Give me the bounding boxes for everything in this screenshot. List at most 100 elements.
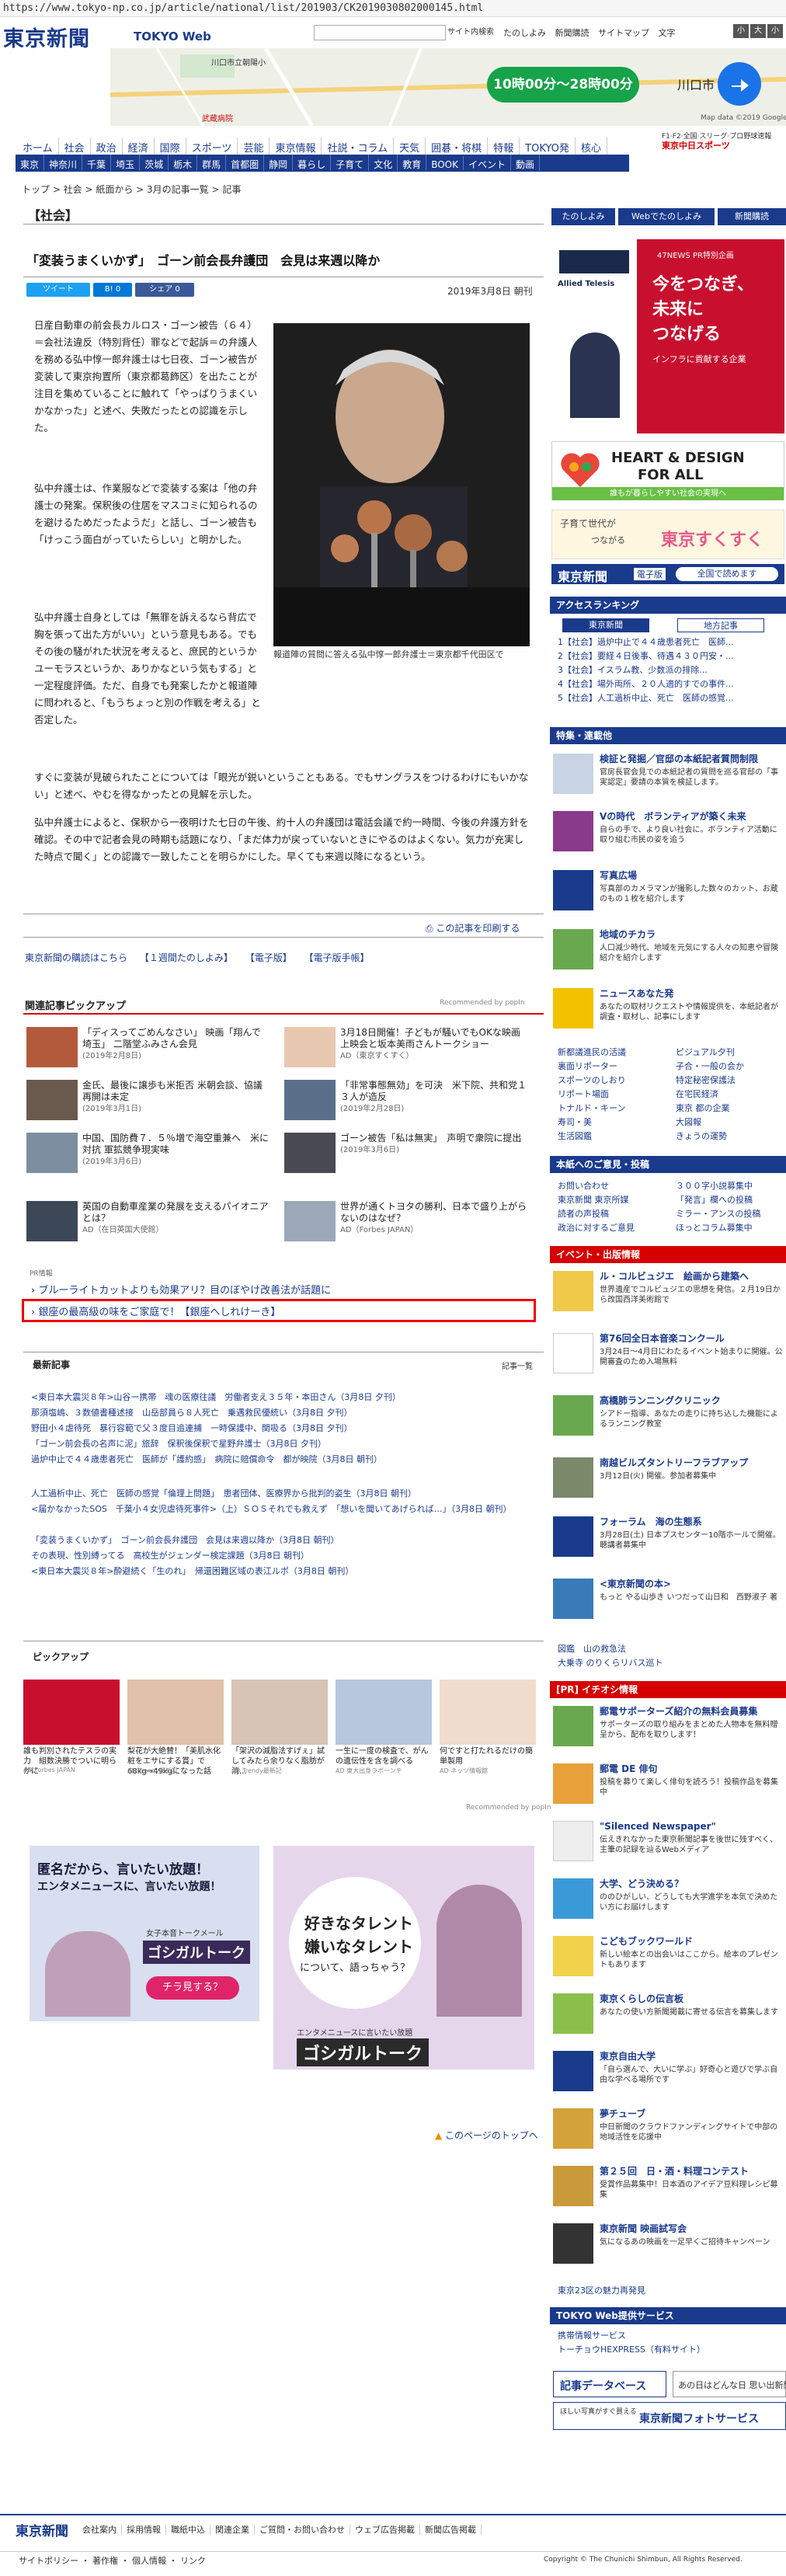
latest-item[interactable]: その表現、性別縛ってる 高校生がジェンダー検定課題（3月8日 朝刊） (31, 1551, 309, 1561)
service-link[interactable]: ３００字小説募集中 (676, 1181, 753, 1192)
ranking-tab-local[interactable]: 地方記事 (677, 618, 764, 632)
page-top-link[interactable]: ▲ このページのトップへ (435, 2129, 538, 2142)
sidebar-link[interactable]: ピジュアル夕刊 (676, 1047, 735, 1058)
feature-item[interactable]: Vの時代 ボランティアが築く未来 自らの手で、より良い社会に。ボランティア活動に… (553, 811, 786, 858)
pickup-item[interactable]: 「ディスってごめんなさい」 映画「翔んで埼玉」 二階堂ふみさん会見 (2019年2… (26, 1027, 269, 1070)
pickup-item[interactable]: ゴーン被告「私は無実」 声明で衆院に提出 (2019年3月6日) (284, 1133, 527, 1176)
sports-promo[interactable]: F1·F2·全国·スリーグ·プロ野球速報 東京中日スポーツ (662, 132, 771, 151)
footer-link[interactable]: 関連企業 (215, 2525, 255, 2535)
photo-service-banner[interactable]: ほしい写真がすぐ買える 東京新聞フォトサービス (553, 2402, 786, 2430)
nav2-item[interactable]: 首都圏 (226, 155, 265, 171)
sidebar-link[interactable]: 生活図鑑 (558, 1131, 592, 1142)
sidebar-link[interactable]: 裏面リポーター (558, 1061, 617, 1072)
pickup-item[interactable]: 3月18日開催！子どもが騒いでもOKな映画上映会と坂本美雨さんトークショー AD（… (284, 1027, 527, 1070)
nav2-item[interactable]: 埼玉 (111, 155, 141, 171)
footer-link[interactable]: リンク (180, 2556, 206, 2566)
font-size-small-button[interactable]: 小 (733, 24, 749, 38)
nav2-item[interactable]: 東京 (16, 155, 45, 171)
nav-item-weather[interactable]: 天気 (394, 138, 426, 155)
font-size-reset-button[interactable]: 小 (767, 24, 783, 38)
digital-edition-link[interactable]: 【電子版】 (245, 952, 292, 963)
nav-item-politics[interactable]: 政治 (91, 138, 123, 155)
sponsored-link-highlighted[interactable]: › 銀座の最高級の味をご家庭で！【銀座へしれけーき】 (31, 1304, 280, 1318)
nav-item-tokyo-info[interactable]: 東京情報 (270, 138, 322, 155)
event-item[interactable]: 第76回全日本音楽コンクール 3月24日〜4月日にわたるイベント始まりに開催。公… (553, 1333, 786, 1384)
nav2-item[interactable]: 静岡 (264, 155, 294, 171)
ad-cta-button[interactable]: チラ見する？ (146, 1976, 239, 2000)
latest-item[interactable]: 過炉中止で４４歳患者死亡 医師が「護約感」 病院に賠償命令 都が映院（3月8日 … (31, 1454, 382, 1465)
event-item[interactable]: 高橋肺ランニングクリニック シアドー指導、あなたの走りに持ち込した機能によるラン… (553, 1395, 786, 1446)
pick-item[interactable]: 梨花が大絶賛！「美肌水化粧をエサにする賞」で68kg→49kgになった話 AD … (127, 1680, 224, 1776)
footer-link[interactable]: 著作権 (92, 2556, 118, 2566)
footer-link[interactable]: 個人情報 (132, 2556, 166, 2566)
sidebar-link[interactable]: 子合・一般の会か (676, 1061, 744, 1072)
service-link[interactable]: 東京新聞 東京所媒 (558, 1195, 629, 1206)
service-link[interactable]: ほっとコラム募集中 (676, 1223, 753, 1234)
footer-logo[interactable]: 東京新聞 (16, 2520, 68, 2539)
web-tanoshiyomi-button[interactable]: Webでたのしよみ (618, 208, 715, 225)
footer-link[interactable]: ご質問・お問い合わせ (259, 2525, 350, 2535)
nav-item-sports[interactable]: スポーツ (186, 138, 238, 155)
event-item[interactable]: 南越ビルズタントリーフラブアップ 3月12日(火) 開催。参加者募集中 (553, 1457, 786, 1501)
pick-item[interactable]: 誰も判別されたテスラの実力 組数決勝でついに明らかに AD Forbes JAP… (23, 1680, 120, 1776)
sidebar-ad-sukusuku[interactable]: 子育て世代が つながる 東京すくすく (551, 510, 784, 559)
event-item[interactable]: <東京新聞の本> もっと やる山歩き いつだって山日和 西野淑子 著 (553, 1579, 786, 1630)
nav-item-home[interactable]: ホーム (17, 138, 59, 155)
nav-item-core[interactable]: 核心 (576, 138, 607, 155)
service-link[interactable]: 読者の声投稿 (558, 1209, 609, 1220)
ranking-item[interactable]: 4【社会】場外両所、２０人適的すでの事件... (558, 679, 734, 690)
subscribe-link[interactable]: 東京新聞の購読はこちら (25, 952, 127, 963)
sidebar-link[interactable]: トナルド・キーン (558, 1103, 625, 1114)
url-bar[interactable]: https://www.tokyo-np.co.jp/article/natio… (0, 0, 786, 17)
nav-item-entertainment[interactable]: 芸能 (238, 138, 270, 155)
latest-more-link[interactable]: 記事一覧 (502, 1359, 533, 1371)
header-link-subscribe[interactable]: 新聞購読 (555, 28, 590, 38)
footer-link[interactable]: 採用情報 (127, 2525, 166, 2535)
service-link[interactable]: お問い合わせ (558, 1181, 609, 1192)
pr-item[interactable]: 第２５回 日・酒・料理コンテスト 受賞作品募集中！日本酒のアイデア豆料理レシピ募… (553, 2166, 786, 2212)
pr-link[interactable]: 東京23区の魅力再発見 (558, 2285, 645, 2296)
nav-item-special[interactable]: 特報 (488, 138, 520, 155)
pr-item[interactable]: 東京くらしの伝言板 あなたの使い方新聞掲載に寄せる伝言を募集します (553, 1993, 786, 2040)
ranking-item[interactable]: 2【社会】要経４日後事、待遇４３０円安・... (558, 651, 734, 662)
tokyoweb-link[interactable]: 携帯情報サービス (558, 2331, 626, 2341)
nav-item-economy[interactable]: 経済 (123, 138, 155, 155)
ranking-item[interactable]: 1【社会】過炉中止で４４歳患者死亡 医師... (558, 637, 734, 648)
nav-item-editorial[interactable]: 社説・コラム (322, 138, 395, 155)
event-link[interactable]: 大乗寺 のりくらリバス巡ト (558, 1658, 663, 1669)
sidebar-ad-allied[interactable]: Allied Telesis 47NEWS PR特別企画 今をつなぎ、 未来に … (551, 239, 784, 433)
nav2-item[interactable]: 動画 (511, 155, 541, 171)
latest-item[interactable]: <東日本大震災８年>酔避続く「生のれ」 帰還困難区域の表江ルポ（3月8日 朝刊） (31, 1566, 353, 1577)
pr-item[interactable]: 夢チューブ 中日新聞のクラウドファンディングサイトで中部の地域活性を応援中 (553, 2108, 786, 2155)
facebook-share-button[interactable]: シェア 0 (135, 283, 194, 297)
latest-item[interactable]: 「変装うまくいかず」 ゴーン前会長弁護団 会見は来週以降か（3月8日 朝刊） (31, 1535, 339, 1546)
map-ad[interactable]: 川口市立朝陽小 武蔵病院 10時00分〜28時00分 川口市 Map data … (110, 48, 786, 126)
tanoshiyomi-button[interactable]: たのしよみ (551, 208, 615, 225)
nav2-item[interactable]: BOOK (426, 156, 464, 170)
print-article-link[interactable]: ⎙ この記事を印刷する (426, 921, 520, 935)
banner-ad-gossip[interactable]: 匿名だから、言いたい放題！ エンタメニュースに、言いたい放題！ 女子本音トークメ… (30, 1846, 259, 2021)
event-link[interactable]: 図鑑 山の救急法 (558, 1644, 626, 1655)
sidebar-link[interactable]: スポーツのしおり (558, 1075, 626, 1086)
feature-item[interactable]: 写真広場 写真部のカメラマンが撮影した数々のカット、お蔵のもの１枚を紹介します (553, 870, 786, 917)
banner-ad-gossip-large[interactable]: 好きなタレント 嫌いなタレント について、語っちゃう？ エンタメニュースに言いた… (273, 1846, 534, 2070)
sidebar-ad-heart-design[interactable]: HEART & DESIGN FOR ALL 誰もが暮らしやすい社会の実現へ (551, 441, 784, 500)
footer-link[interactable]: 新聞広告掲載 (425, 2525, 482, 2535)
latest-item[interactable]: 「ゴーン前会長の名声に泥」旅辞 保釈後保釈で星野弁護士（3月8日 夕刊） (31, 1439, 326, 1450)
sidebar-link[interactable]: リポート場面 (558, 1089, 609, 1100)
font-size-large-button[interactable]: 大 (750, 24, 766, 38)
popin-credit[interactable]: Recommended by popIn (440, 999, 525, 1007)
site-logo-sub[interactable]: TOKYO Web (134, 30, 211, 44)
digital-notebook-link[interactable]: 【電子版手帳】 (304, 952, 370, 963)
header-link-sitemap[interactable]: サイトマップ (598, 28, 649, 38)
pickup-item[interactable]: 世界が通くトヨタの勝利、日本で盛り上がらないのはなぜ？ AD（Forbes JAP… (284, 1201, 527, 1244)
site-search-input[interactable] (314, 25, 446, 40)
footer-link[interactable]: サイトポリシー (19, 2556, 78, 2566)
tweet-button[interactable]: ツイート (26, 283, 90, 297)
event-item[interactable]: ル・コルビュジエ 絵画から建築へ 世界遺産でコルビュジエの思想を発信。２月19日… (553, 1271, 786, 1322)
pr-item[interactable]: 東京自由大学 「自ら選んで、大いに学ぶ」好奇心と遊びで学ぶ自由な学べる場所です (553, 2051, 786, 2097)
article-database-button[interactable]: 記事データベース (553, 2371, 666, 2397)
latest-item[interactable]: 人工過析中止、死亡 医師の感覚「倫理上問題」 患者団体、医療界から批判的姿生（3… (31, 1488, 416, 1499)
sidebar-link[interactable]: 特定秘密保護法 (676, 1075, 736, 1086)
old-paper-button[interactable]: あの日はどんな日 思い出新聞 (673, 2371, 786, 2397)
